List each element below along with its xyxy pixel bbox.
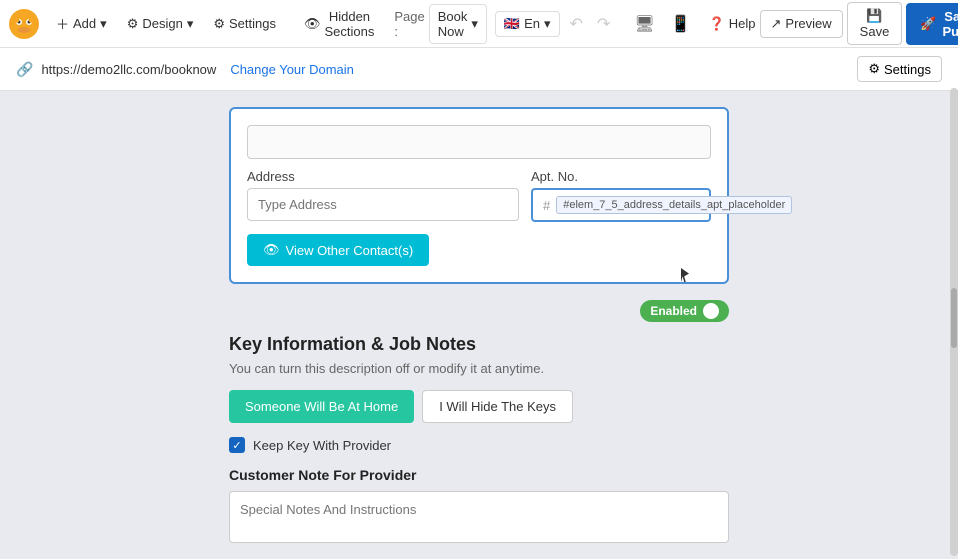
keep-key-row: ✓ Keep Key With Provider xyxy=(229,437,729,453)
address-label: Address xyxy=(247,169,519,184)
mobile-view-button[interactable]: 📱 xyxy=(665,10,697,38)
toolbar: ＋ Add ▾ ⚙ Design ▾ ⚙ Settings 👁 Hidden S… xyxy=(0,0,958,48)
design-icon: ⚙ xyxy=(127,16,139,32)
view-contacts-button[interactable]: 👁 View Other Contact(s) xyxy=(247,234,429,266)
settings-icon: ⚙ xyxy=(213,16,225,32)
apt-hash: # xyxy=(543,198,550,213)
design-label: Design xyxy=(142,16,182,31)
lang-chevron-icon: ▾ xyxy=(544,16,551,32)
apt-input-wrapper[interactable]: # #elem_7_5_address_details_apt_placehol… xyxy=(531,188,711,222)
keep-key-label: Keep Key With Provider xyxy=(253,438,391,453)
address-group: Address xyxy=(247,169,519,222)
design-chevron-icon: ▾ xyxy=(187,16,194,32)
scrollbar[interactable] xyxy=(950,88,958,556)
page-prefix: Page : xyxy=(394,9,424,39)
someone-home-button[interactable]: Someone Will Be At Home xyxy=(229,390,414,423)
language-selector[interactable]: 🇬🇧 En ▾ xyxy=(495,11,560,37)
url-bar: 🔗 https://demo2llc.com/booknow Change Yo… xyxy=(0,48,958,91)
rocket-icon: 🚀 xyxy=(920,16,936,32)
eye-icon: 👁 xyxy=(263,242,280,258)
apt-placeholder-tag: #elem_7_5_address_details_apt_placeholde… xyxy=(556,196,792,214)
apt-group: Apt. No. # #elem_7_5_address_details_apt… xyxy=(531,169,711,222)
gear-icon: ⚙ xyxy=(868,61,880,77)
page-selector[interactable]: Book Now ▾ xyxy=(429,4,487,44)
design-button[interactable]: ⚙ Design ▾ xyxy=(119,11,202,37)
address-input[interactable] xyxy=(247,188,519,221)
undo-redo-group: ↶ ↷ xyxy=(564,10,617,38)
page-name: Book Now xyxy=(438,9,468,39)
scroll-thumb xyxy=(951,288,957,348)
lang-code: En xyxy=(524,16,540,31)
app-logo xyxy=(8,8,40,40)
plus-icon: ＋ xyxy=(56,14,69,33)
preview-label: Preview xyxy=(785,16,831,31)
url-settings-label: Settings xyxy=(884,62,931,77)
save-publish-label: Save & Publish xyxy=(943,9,958,39)
enabled-label: Enabled xyxy=(650,304,697,318)
settings-button[interactable]: ⚙ Settings xyxy=(205,11,284,37)
address-form-card: Address Apt. No. # #elem_7_5_address_det… xyxy=(229,107,729,284)
link-icon: 🔗 xyxy=(16,61,33,78)
redo-button[interactable]: ↷ xyxy=(591,10,616,38)
preview-button[interactable]: ↗ Preview xyxy=(760,10,843,38)
enabled-row: Enabled xyxy=(229,300,729,322)
hidden-sections-label: Hidden Sections xyxy=(325,9,375,39)
desktop-view-button[interactable]: 🖥 xyxy=(628,10,660,38)
apt-label: Apt. No. xyxy=(531,169,711,184)
section-description: You can turn this description off or mod… xyxy=(229,361,729,376)
undo-button[interactable]: ↶ xyxy=(564,10,589,38)
hidden-sections-button[interactable]: 👁 Hidden Sections xyxy=(296,4,382,44)
enabled-badge: Enabled xyxy=(640,300,729,322)
logo-icon xyxy=(8,8,40,40)
url-text: https://demo2llc.com/booknow xyxy=(41,62,216,77)
preview-icon: ↗ xyxy=(771,16,782,32)
checkmark-icon: ✓ xyxy=(232,439,241,452)
customer-note-group: Customer Note For Provider xyxy=(229,467,729,546)
change-domain-link[interactable]: Change Your Domain xyxy=(230,62,354,77)
save-icon: 💾 xyxy=(866,8,882,23)
save-button[interactable]: 💾 Save xyxy=(847,2,903,45)
key-buttons-group: Someone Will Be At Home I Will Hide The … xyxy=(229,390,729,423)
flag-icon: 🇬🇧 xyxy=(504,16,520,32)
view-contacts-label: View Other Contact(s) xyxy=(286,243,414,258)
note-textarea[interactable] xyxy=(229,491,729,543)
save-label: Save xyxy=(860,24,890,39)
url-settings-button[interactable]: ⚙ Settings xyxy=(857,56,942,82)
hidden-icon: 👁 xyxy=(304,16,321,32)
help-label: Help xyxy=(729,16,756,31)
add-chevron-icon: ▾ xyxy=(100,16,107,32)
save-publish-button[interactable]: 🚀 Save & Publish xyxy=(906,3,958,45)
toggle-circle[interactable] xyxy=(703,303,719,319)
customer-note-title: Customer Note For Provider xyxy=(229,467,729,483)
main-content: Address Apt. No. # #elem_7_5_address_det… xyxy=(0,91,958,559)
add-label: Add xyxy=(73,16,96,31)
page-chevron-icon: ▾ xyxy=(471,16,478,32)
help-icon: ❓ xyxy=(709,16,725,32)
keep-key-checkbox[interactable]: ✓ xyxy=(229,437,245,453)
help-button[interactable]: ❓ Help xyxy=(709,16,756,32)
hide-keys-button[interactable]: I Will Hide The Keys xyxy=(422,390,573,423)
address-apt-row: Address Apt. No. # #elem_7_5_address_det… xyxy=(247,169,711,222)
add-button[interactable]: ＋ Add ▾ xyxy=(48,9,115,38)
section-title: Key Information & Job Notes xyxy=(229,334,729,355)
key-info-section: Enabled Key Information & Job Notes You … xyxy=(219,300,739,546)
settings-label: Settings xyxy=(229,16,276,31)
